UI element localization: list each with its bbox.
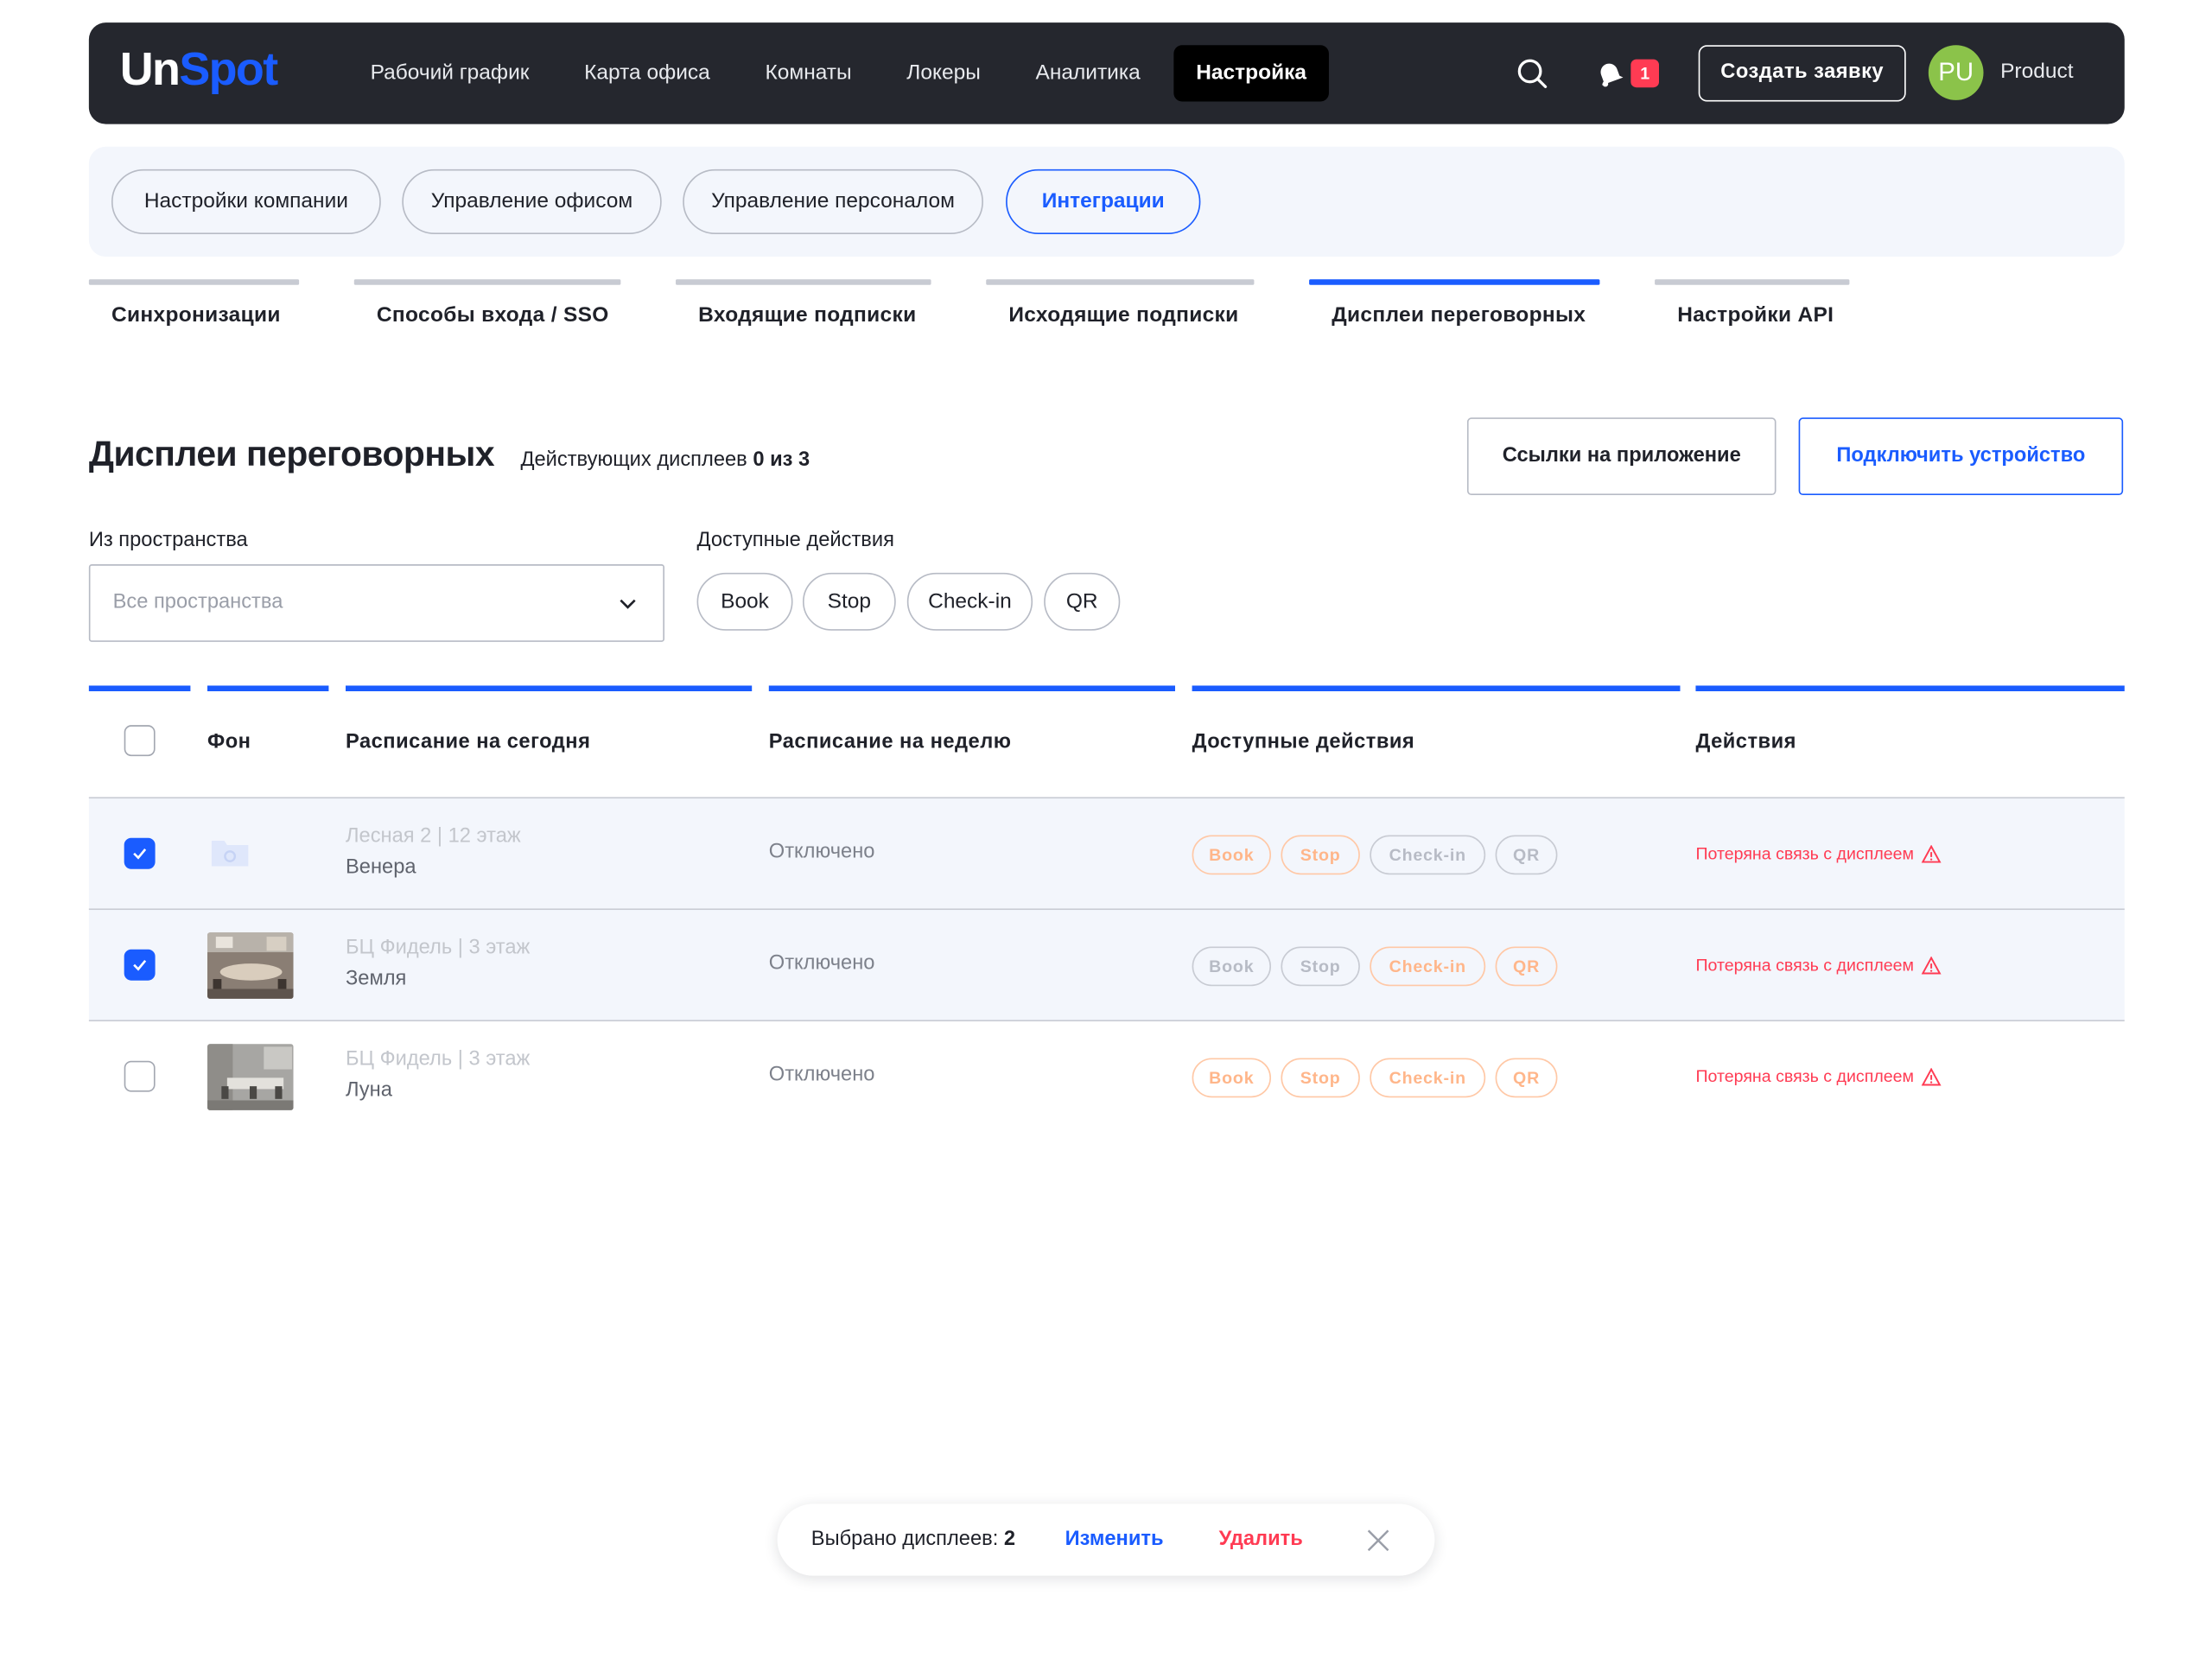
- unspot-logo[interactable]: UnSpot: [120, 42, 278, 96]
- table-row[interactable]: БЦ Фидель | 3 этаж Луна Отключено Book S…: [88, 1020, 2125, 1131]
- edit-selected-button[interactable]: Изменить: [1065, 1528, 1164, 1550]
- space-select[interactable]: Все пространства: [88, 564, 664, 642]
- room-name: Земля: [345, 967, 407, 991]
- tab-integrations[interactable]: Интеграции: [1006, 168, 1201, 235]
- section-tab-api-settings[interactable]: Настройки API: [1655, 279, 1850, 335]
- action-chip-check-in: Check-in: [1370, 1058, 1486, 1098]
- space-select-placeholder: Все пространства: [112, 591, 283, 614]
- row-checkbox[interactable]: [124, 837, 156, 869]
- week-schedule: Отключено: [768, 1064, 875, 1087]
- action-chip-qr: QR: [1495, 835, 1558, 875]
- tab-company-settings[interactable]: Настройки компании: [111, 168, 381, 235]
- room-location: Лесная 2 | 12 этаж: [345, 825, 521, 849]
- page-title: Дисплеи переговорных: [88, 434, 495, 474]
- action-chip-stop: Stop: [1281, 835, 1360, 875]
- warning-icon: [1921, 956, 1942, 974]
- user-name[interactable]: Product: [2000, 60, 2073, 84]
- settings-subnav: Настройки компании Управление офисом Упр…: [88, 146, 2125, 257]
- warning-icon: [1921, 1067, 1942, 1085]
- warning-icon: [1921, 844, 1942, 862]
- table-row[interactable]: Лесная 2 | 12 этаж Венера Отключено Book…: [88, 797, 2125, 909]
- section-tab-room-displays[interactable]: Дисплеи переговорных: [1309, 279, 1600, 335]
- section-tab-sso[interactable]: Способы входа / SSO: [353, 279, 621, 335]
- action-chip-stop: Stop: [1281, 1058, 1360, 1098]
- display-status: Потеряна связь с дисплеем: [1695, 955, 1942, 975]
- selection-bar: Выбрано дисплеев: 2 Изменить Удалить: [777, 1503, 1435, 1576]
- chevron-down-icon: [620, 599, 636, 609]
- nav-item-settings[interactable]: Настройка: [1173, 45, 1330, 102]
- filter-chip-book[interactable]: Book: [696, 572, 793, 631]
- app-links-button[interactable]: Ссылки на приложение: [1466, 417, 1777, 496]
- close-icon[interactable]: [1365, 1528, 1390, 1553]
- room-name: Луна: [345, 1078, 392, 1103]
- bell-icon[interactable]: [1596, 60, 1624, 88]
- room-photo: [207, 1044, 294, 1110]
- action-chip-check-in: Check-in: [1370, 835, 1486, 875]
- row-checkbox[interactable]: [124, 1060, 156, 1092]
- connect-device-button[interactable]: Подключить устройство: [1798, 417, 2124, 496]
- row-checkbox[interactable]: [124, 949, 156, 981]
- nav-item-rooms[interactable]: Комнаты: [738, 45, 880, 101]
- action-chip-qr: QR: [1495, 1058, 1558, 1098]
- select-all-checkbox[interactable]: [124, 725, 156, 757]
- section-tab-sync[interactable]: Синхронизации: [88, 279, 300, 335]
- tab-office-management[interactable]: Управление офисом: [402, 168, 662, 235]
- display-status: Потеряна связь с дисплеем: [1695, 1066, 1942, 1086]
- table-header-select: [88, 685, 191, 797]
- filter-chip-check-in[interactable]: Check-in: [906, 572, 1033, 631]
- display-status: Потеряна связь с дисплеем: [1695, 843, 1942, 863]
- room-name: Венера: [345, 856, 416, 880]
- actions-filter-label: Доступные действия: [696, 529, 894, 552]
- action-chip-book: Book: [1192, 1058, 1272, 1098]
- nav-item-lockers[interactable]: Локеры: [879, 45, 1007, 101]
- selected-count: Выбрано дисплеев: 2: [810, 1528, 1016, 1551]
- action-chip-book: Book: [1192, 946, 1272, 987]
- section-tab-outgoing-subscriptions[interactable]: Исходящие подписки: [986, 279, 1255, 335]
- week-schedule: Отключено: [768, 952, 875, 976]
- space-filter-label: Из пространства: [88, 529, 248, 552]
- search-icon[interactable]: [1516, 58, 1548, 89]
- top-navigation: UnSpot Рабочий график Карта офиса Комнат…: [88, 22, 2125, 124]
- notification-badge: 1: [1630, 59, 1659, 88]
- action-chip-book: Book: [1192, 835, 1272, 875]
- tab-staff-management[interactable]: Управление персоналом: [683, 168, 983, 235]
- avatar[interactable]: PU: [1928, 45, 1984, 100]
- column-header-actions: Действия: [1695, 685, 2125, 797]
- column-header-available-actions: Доступные действия: [1192, 685, 1681, 797]
- nav-item-analytics[interactable]: Аналитика: [1008, 45, 1168, 101]
- table-row[interactable]: БЦ Фидель | 3 этаж Земля Отключено Book …: [88, 908, 2125, 1020]
- create-request-button[interactable]: Создать заявку: [1698, 45, 1906, 102]
- room-photo: [207, 932, 294, 999]
- filter-chip-qr[interactable]: QR: [1044, 572, 1121, 631]
- room-location: БЦ Фидель | 3 этаж: [345, 937, 531, 960]
- main-nav: Рабочий график Карта офиса Комнаты Локер…: [343, 45, 1330, 102]
- action-chip-check-in: Check-in: [1370, 946, 1486, 987]
- action-chip-stop: Stop: [1281, 946, 1360, 987]
- week-schedule: Отключено: [768, 841, 875, 864]
- nav-item-office-map[interactable]: Карта офиса: [556, 45, 737, 101]
- column-header-background: Фон: [207, 685, 329, 797]
- folder-image-icon: [211, 841, 249, 867]
- column-header-today-schedule: Расписание на сегодня: [345, 685, 753, 797]
- column-header-week-schedule: Расписание на неделю: [768, 685, 1175, 797]
- filter-chip-stop[interactable]: Stop: [802, 572, 896, 631]
- delete-selected-button[interactable]: Удалить: [1219, 1528, 1303, 1550]
- room-location: БЦ Фидель | 3 этаж: [345, 1048, 531, 1071]
- action-chip-qr: QR: [1495, 946, 1558, 987]
- section-tab-incoming-subscriptions[interactable]: Входящие подписки: [676, 279, 931, 335]
- nav-item-work-schedule[interactable]: Рабочий график: [343, 45, 557, 101]
- active-displays-count: Действующих дисплеев 0 из 3: [520, 448, 810, 472]
